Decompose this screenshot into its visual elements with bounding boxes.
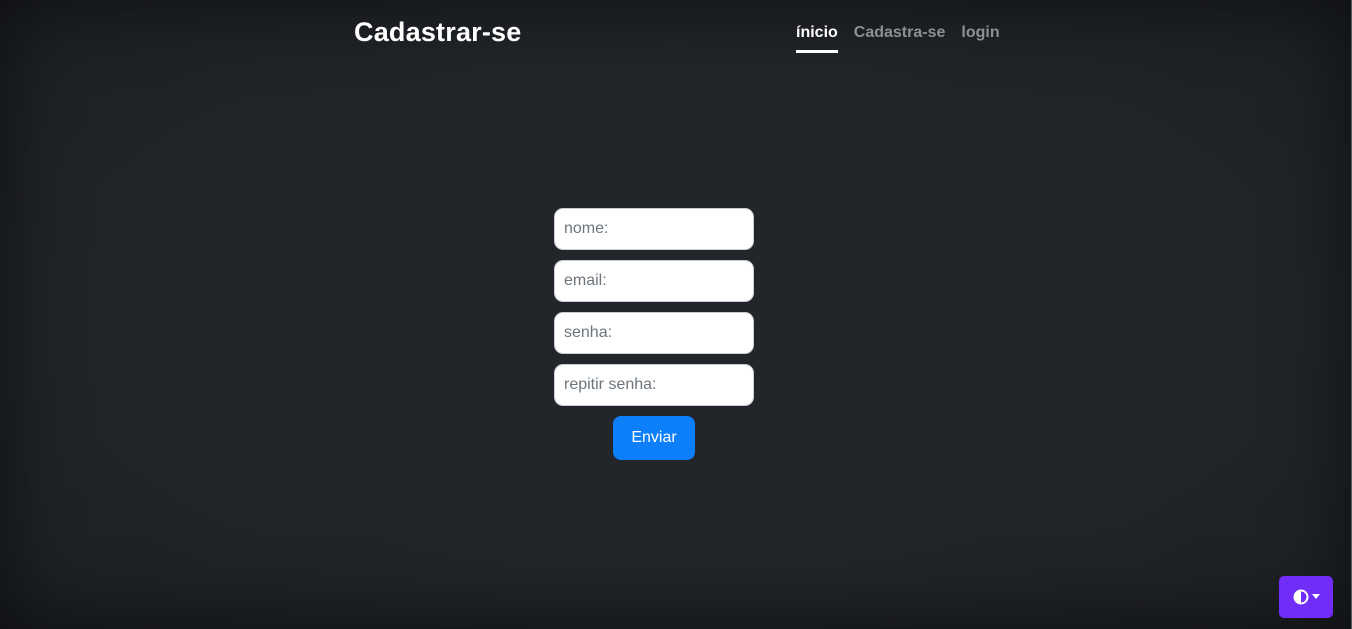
repeat-password-input[interactable]	[554, 364, 754, 406]
nav-link-inicio[interactable]: ínicio	[796, 24, 838, 53]
main-nav: ínicio Cadastra-se login	[796, 24, 1000, 53]
email-input[interactable]	[554, 260, 754, 302]
password-input[interactable]	[554, 312, 754, 354]
page: Cadastrar-se ínicio Cadastra-se login En…	[0, 0, 1352, 629]
caret-down-icon	[1311, 594, 1320, 600]
submit-button[interactable]: Enviar	[613, 416, 695, 460]
circle-half-icon	[1293, 589, 1309, 605]
brand-title[interactable]: Cadastrar-se	[354, 17, 522, 48]
nav-link-login[interactable]: login	[961, 24, 999, 53]
name-input[interactable]	[554, 208, 754, 250]
theme-toggle-button[interactable]	[1279, 576, 1333, 618]
signup-form: Enviar	[554, 208, 754, 460]
nav-link-cadastra-se[interactable]: Cadastra-se	[854, 24, 946, 53]
